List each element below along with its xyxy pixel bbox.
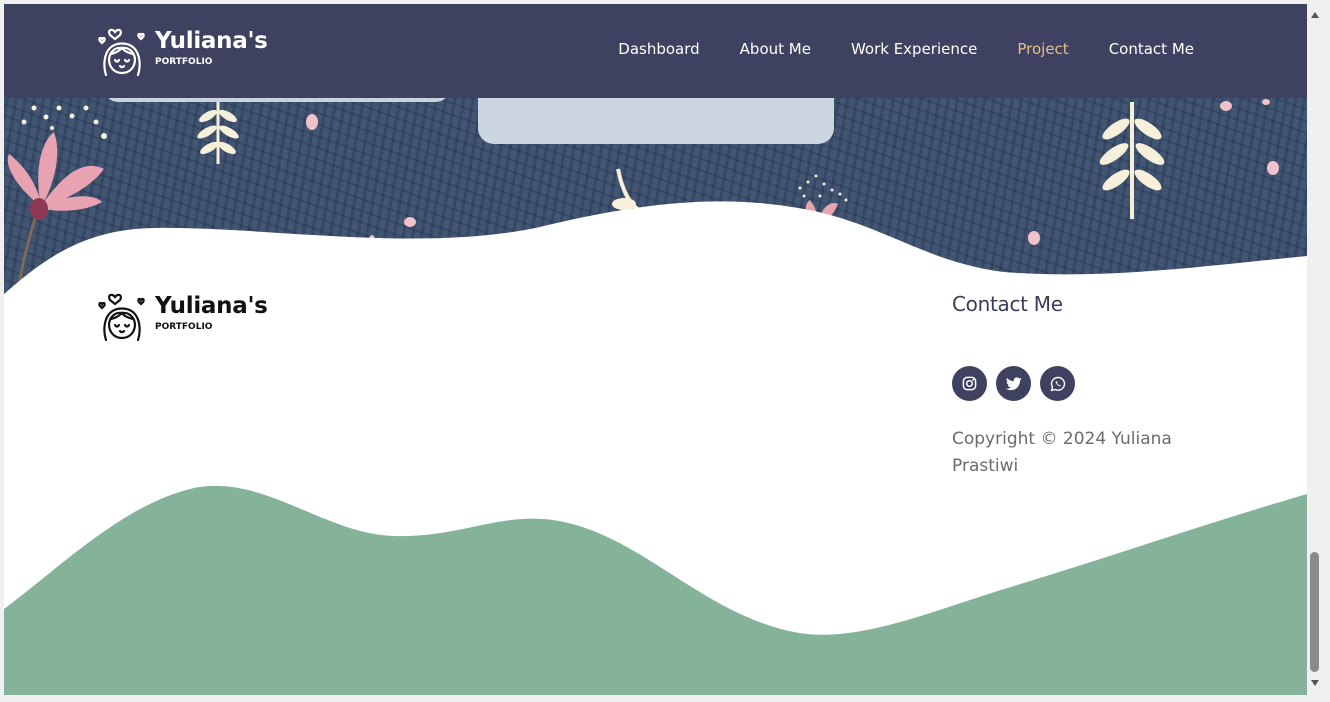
copyright-text: Copyright © 2024 Yuliana Prastiwi — [952, 429, 1172, 476]
twitter-icon — [1005, 376, 1022, 390]
whatsapp-icon — [1050, 376, 1065, 391]
scrollbar-thumb[interactable] — [1310, 552, 1319, 672]
footer-brand-subtitle: PORTFOLIO — [155, 322, 213, 332]
footer-wave — [4, 485, 1307, 695]
twitter-button[interactable] — [996, 366, 1031, 401]
whatsapp-button[interactable] — [1040, 366, 1075, 401]
instagram-icon — [962, 376, 977, 391]
scroll-down-arrow-icon[interactable] — [1311, 680, 1319, 686]
footer-contact-title: Contact Me — [952, 292, 1063, 316]
browser-frame: Yuliana's PORTFOLIO Dashboard About Me W… — [0, 0, 1330, 702]
vertical-scrollbar[interactable] — [1307, 4, 1323, 695]
scroll-up-arrow-icon[interactable] — [1311, 12, 1319, 18]
girl-face-logo-icon — [98, 293, 145, 341]
footer-brand-name: Yuliana's — [155, 293, 268, 319]
instagram-button[interactable] — [952, 366, 987, 401]
social-links — [952, 366, 1075, 401]
page-viewport: Yuliana's PORTFOLIO Dashboard About Me W… — [4, 4, 1307, 695]
